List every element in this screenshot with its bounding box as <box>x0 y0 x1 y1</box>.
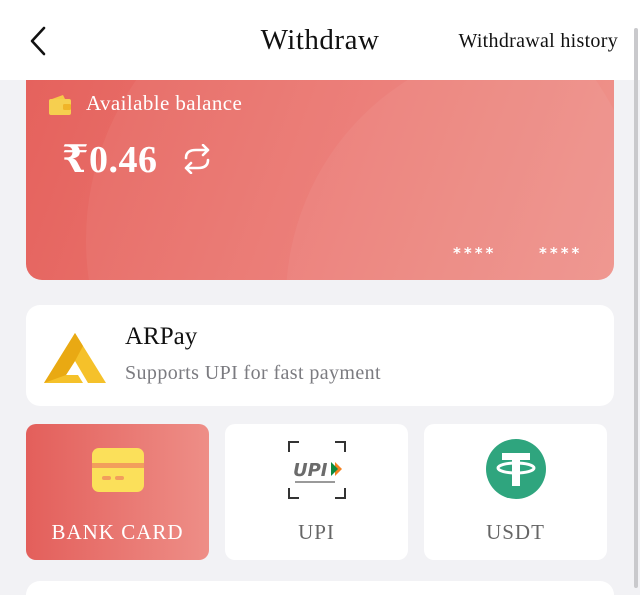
method-usdt[interactable]: USDT <box>424 424 607 560</box>
method-upi[interactable]: UPI UPI <box>225 424 408 560</box>
masked-card-digits: **** <box>539 244 583 262</box>
provider-name: ARPay <box>125 323 198 350</box>
method-label: BANK CARD <box>51 520 184 544</box>
masked-card-digits: **** <box>453 244 497 262</box>
balance-card: Available balance ₹0.46 **** **** <box>26 80 614 280</box>
svg-text:UPI: UPI <box>293 460 328 481</box>
arpay-logo-icon <box>44 333 106 383</box>
bank-card-icon <box>91 448 144 492</box>
wallet-icon <box>49 95 71 115</box>
balance-amount: ₹0.46 <box>62 139 158 181</box>
available-balance-label: Available balance <box>86 91 243 115</box>
top-bar: Withdraw Withdrawal history <box>0 0 640 80</box>
method-bank-card[interactable]: BANK CARD <box>26 424 209 560</box>
next-section-card <box>26 581 614 595</box>
method-label: UPI <box>298 520 335 544</box>
method-label: USDT <box>486 520 545 544</box>
refresh-icon[interactable] <box>178 144 216 174</box>
tether-icon <box>485 439 546 499</box>
scrollbar[interactable] <box>634 28 638 588</box>
withdrawal-history-link[interactable]: Withdrawal history <box>458 30 618 53</box>
provider-description: Supports UPI for fast payment <box>125 362 382 384</box>
payment-provider-card[interactable]: ARPay Supports UPI for fast payment <box>26 305 614 406</box>
upi-logo-icon: UPI <box>287 441 346 499</box>
